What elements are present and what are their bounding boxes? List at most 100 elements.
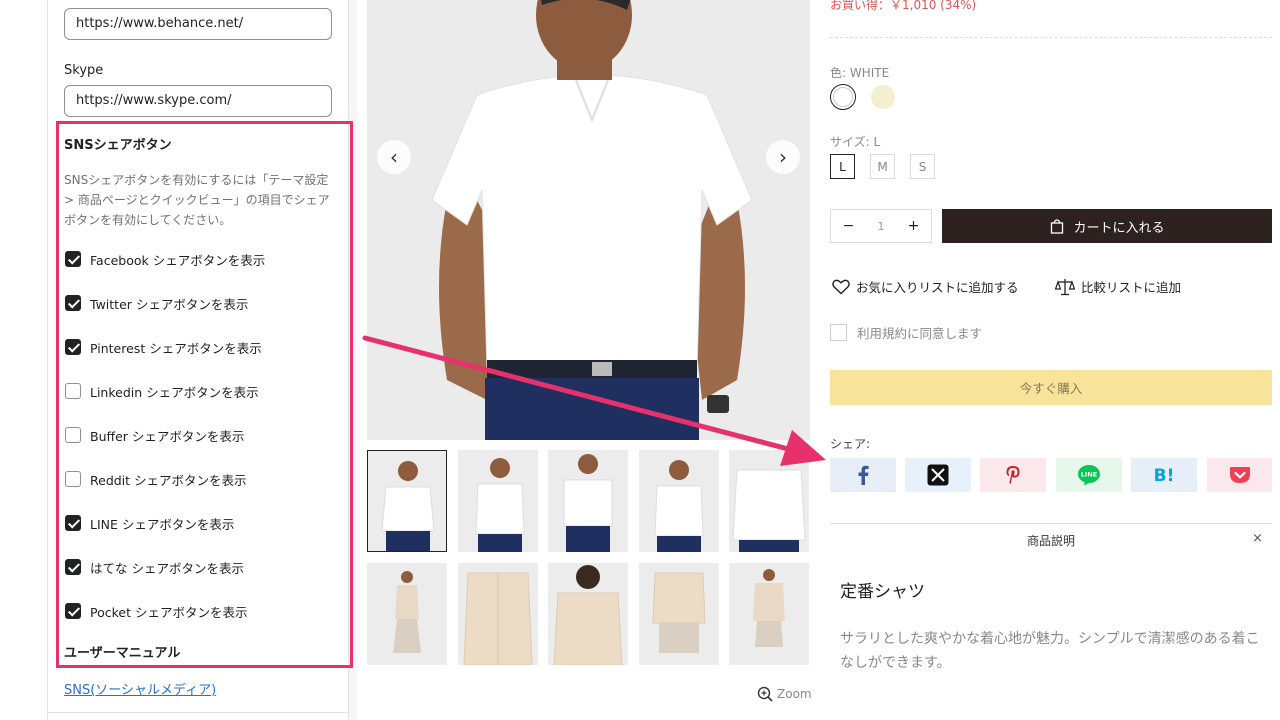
user-manual-link[interactable]: SNS(ソーシャルメディア) — [64, 679, 216, 698]
thumb-beige-shirt — [548, 563, 628, 665]
thumb-white-shirt — [458, 450, 538, 552]
add-to-cart-label: カートに入れる — [1073, 220, 1165, 236]
qty-plus-button[interactable]: + — [908, 218, 920, 234]
behance-url-input[interactable]: https://www.behance.net/ — [64, 8, 332, 40]
checkbox-unchecked[interactable] — [65, 383, 81, 399]
chevron-right-icon: › — [779, 145, 787, 169]
add-to-wishlist-button[interactable]: お気に入りリストに追加する — [832, 277, 1019, 296]
checkbox-linkedin[interactable]: Linkedin シェアボタンを表示 — [65, 382, 259, 400]
zoom-control[interactable]: Zoom — [757, 686, 812, 702]
checkbox-unchecked[interactable] — [65, 427, 81, 443]
main-product-image — [367, 0, 810, 440]
share-pocket-button[interactable] — [1207, 458, 1272, 492]
share-label: シェア: — [830, 437, 871, 451]
gallery-next-button[interactable]: › — [766, 140, 800, 174]
line-icon: LINE — [1078, 465, 1100, 486]
terms-checkbox[interactable] — [830, 324, 847, 341]
section-divider — [48, 712, 348, 713]
description-title: 定番シャツ — [840, 582, 925, 602]
checkbox-label: はてな シェアボタンを表示 — [90, 560, 244, 576]
compare-label: 比較リストに追加 — [1081, 280, 1182, 295]
checkbox-checked[interactable] — [65, 515, 81, 531]
close-icon[interactable]: × — [1252, 531, 1263, 546]
skype-label: Skype — [64, 63, 104, 78]
skype-url-input[interactable]: https://www.skype.com/ — [64, 85, 332, 117]
thumb-beige-shirt — [729, 563, 809, 665]
facebook-icon — [858, 465, 869, 485]
selected-size: L — [873, 135, 881, 149]
thumbnail[interactable] — [729, 563, 809, 665]
share-x-button[interactable] — [905, 458, 971, 492]
checkbox-label: LINE シェアボタンを表示 — [90, 516, 235, 532]
checkbox-pocket[interactable]: Pocket シェアボタンを表示 — [65, 602, 247, 620]
size-button-l[interactable]: L — [830, 154, 855, 179]
svg-text:LINE: LINE — [1081, 471, 1097, 479]
gallery-prev-button[interactable]: ‹ — [377, 140, 411, 174]
thumbnail[interactable] — [639, 450, 719, 552]
description-divider — [830, 523, 1272, 524]
add-to-cart-button[interactable]: カートに入れる — [942, 209, 1272, 243]
checkbox-checked[interactable] — [65, 251, 81, 267]
buy-now-button[interactable]: 今すぐ購入 — [830, 370, 1272, 405]
size-button-m[interactable]: M — [870, 154, 895, 179]
size-button-s[interactable]: S — [910, 154, 935, 179]
dashed-divider — [830, 37, 1272, 38]
thumb-white-shirt — [639, 450, 719, 552]
checkbox-label: Linkedin シェアボタンを表示 — [90, 384, 259, 400]
checkbox-label: Facebook シェアボタンを表示 — [90, 252, 266, 268]
checkbox-unchecked[interactable] — [65, 471, 81, 487]
thumbnail[interactable] — [548, 450, 628, 552]
hatena-bookmark-icon: B! — [1154, 466, 1175, 485]
add-to-compare-button[interactable]: 比較リストに追加 — [1055, 277, 1181, 296]
discount-text: お買い得：￥1,010 (34%) — [830, 0, 977, 12]
qty-value[interactable]: 1 — [877, 220, 884, 233]
thumbnail[interactable] — [367, 563, 447, 665]
pinterest-icon — [1006, 466, 1020, 484]
quantity-stepper: − 1 + — [830, 209, 932, 243]
size-option-label: サイズ: L — [830, 135, 881, 149]
share-hatena-button[interactable]: B! — [1131, 458, 1197, 492]
thumbnail[interactable] — [458, 563, 538, 665]
checkbox-label: Pocket シェアボタンを表示 — [90, 604, 248, 620]
x-twitter-icon — [927, 464, 949, 486]
thumbnail[interactable] — [639, 563, 719, 665]
thumb-white-shirt — [368, 451, 446, 551]
checkbox-checked[interactable] — [65, 559, 81, 575]
description-tab[interactable]: 商品説明 — [830, 532, 1272, 549]
svg-text:B!: B! — [1154, 466, 1175, 485]
sns-share-heading: SNSシェアボタン — [64, 138, 172, 153]
selected-color: WHITE — [849, 66, 890, 80]
pocket-icon — [1229, 467, 1250, 483]
sns-share-description: SNSシェアボタンを有効にするには「テーマ設定 > 商品ページとクイックビュー」… — [64, 173, 330, 227]
thumbnail[interactable] — [729, 450, 809, 552]
thumbnail[interactable] — [367, 450, 447, 552]
color-swatch-white[interactable] — [830, 84, 856, 110]
qty-minus-button[interactable]: − — [843, 218, 855, 234]
thumb-white-shirt — [548, 450, 628, 552]
share-pinterest-button[interactable] — [980, 458, 1046, 492]
checkbox-checked[interactable] — [65, 295, 81, 311]
thumb-beige-shirt — [639, 563, 719, 665]
shopping-bag-icon — [1051, 219, 1064, 234]
description-body: サラリとした爽やかな着心地が魅力。シンプルで清潔感のある着こなしができます。 — [840, 631, 1260, 671]
color-option-label: 色: WHITE — [830, 66, 890, 80]
thumbnail[interactable] — [458, 450, 538, 552]
checkbox-twitter[interactable]: Twitter シェアボタンを表示 — [65, 294, 248, 312]
checkbox-buffer[interactable]: Buffer シェアボタンを表示 — [65, 426, 244, 444]
scale-icon — [1055, 278, 1075, 295]
terms-agreement[interactable]: 利用規約に同意します — [830, 323, 982, 342]
checkbox-hatena[interactable]: はてな シェアボタンを表示 — [65, 558, 244, 576]
checkbox-reddit[interactable]: Reddit シェアボタンを表示 — [65, 470, 247, 488]
checkbox-pinterest[interactable]: Pinterest シェアボタンを表示 — [65, 338, 262, 356]
thumbnail[interactable] — [548, 563, 628, 665]
checkbox-checked[interactable] — [65, 339, 81, 355]
checkbox-label: Reddit シェアボタンを表示 — [90, 472, 247, 488]
checkbox-line[interactable]: LINE シェアボタンを表示 — [65, 514, 234, 532]
zoom-label: Zoom — [777, 687, 812, 701]
share-facebook-button[interactable] — [830, 458, 896, 492]
checkbox-facebook[interactable]: Facebook シェアボタンを表示 — [65, 250, 265, 268]
zoom-in-icon — [757, 686, 773, 702]
checkbox-checked[interactable] — [65, 603, 81, 619]
share-line-button[interactable]: LINE — [1056, 458, 1122, 492]
color-swatch-cream[interactable] — [871, 85, 895, 109]
